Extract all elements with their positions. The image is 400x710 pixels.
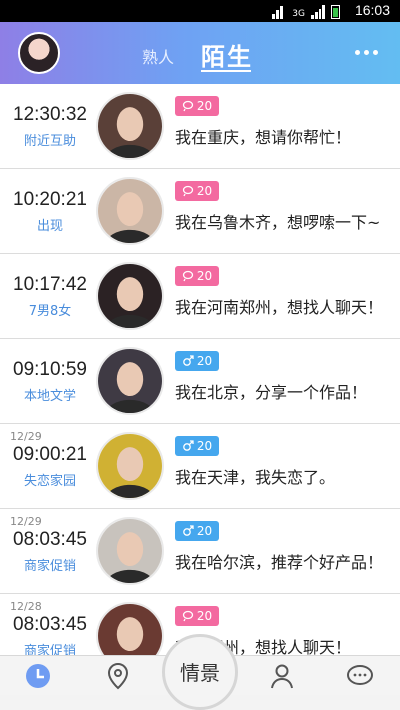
row-tag[interactable]: 7男8女 [10,300,90,319]
user-avatar[interactable] [18,32,60,74]
list-item[interactable]: 12/29 09:00:21 失恋家园 20 我在天津，我失恋了。 [0,424,400,509]
status-icons: 3G [272,3,340,19]
female-icon [182,270,194,282]
gender-age-badge: 20 [175,521,219,541]
gender-age-badge: 20 [175,266,219,286]
gender-age-badge: 20 [175,96,219,116]
age-label: 20 [196,269,213,283]
age-label: 20 [196,439,213,453]
row-time: 08:03:45 [13,529,87,550]
top-header: 熟人 陌生 [0,22,400,84]
chat-nav-icon[interactable] [340,662,380,696]
female-icon [182,610,194,622]
tab-strangers[interactable]: 陌生 [201,37,253,72]
profile-photo[interactable] [96,262,164,330]
row-message: 我在北京，分享一个作品！ [175,383,368,402]
active-tab-indicator [201,70,251,72]
row-time: 08:03:45 [13,614,87,635]
battery-icon [331,5,340,19]
row-tag[interactable]: 附近互助 [10,130,90,149]
message-list: 12:30:32 附近互助 20 我在重庆，想请你帮忙！ 10:20:21 出现 20 我… [0,84,400,679]
row-tag[interactable]: 失恋家园 [10,470,90,489]
row-tag[interactable]: 商家促销 [10,555,90,574]
contacts-nav-icon[interactable] [262,662,302,696]
row-message: 我在重庆，想请你帮忙！ [175,128,352,147]
gender-age-badge: 20 [175,436,219,456]
status-time: 16:03 [354,2,390,18]
more-icon[interactable] [355,50,378,55]
scene-button-label: 情景 [180,661,220,685]
row-message: 我在哈尔滨，推荐个好产品！ [175,553,384,572]
gender-age-badge: 20 [175,606,219,626]
row-time: 09:10:59 [13,359,87,380]
list-item[interactable]: 12:30:32 附近互助 20 我在重庆，想请你帮忙！ [0,84,400,169]
scene-button[interactable]: 情景 [162,634,238,710]
row-time: 10:17:42 [13,274,87,295]
row-tag[interactable]: 本地文学 [10,385,90,404]
male-icon [182,525,194,537]
age-label: 20 [196,184,213,198]
profile-photo[interactable] [96,432,164,500]
clock-nav-icon[interactable] [18,662,58,696]
row-date: 12/29 [10,515,42,528]
male-icon [182,440,194,452]
profile-photo[interactable] [96,92,164,160]
row-date: 12/29 [10,430,42,443]
list-item[interactable]: 09:10:59 本地文学 20 我在北京，分享一个作品！ [0,339,400,424]
tab-acquaintance[interactable]: 熟人 [142,44,174,68]
location-nav-icon[interactable] [98,662,138,696]
network-type: 3G [292,9,305,19]
row-message: 我在天津，我失恋了。 [175,468,336,487]
male-icon [182,355,194,367]
age-label: 20 [196,609,213,623]
list-item[interactable]: 10:17:42 7男8女 20 我在河南郑州，想找人聊天！ [0,254,400,339]
row-time: 12:30:32 [13,104,87,125]
age-label: 20 [196,524,213,538]
profile-photo[interactable] [96,517,164,585]
row-tag[interactable]: 出现 [10,215,90,234]
profile-photo[interactable] [96,177,164,245]
row-time: 09:00:21 [13,444,87,465]
gender-age-badge: 20 [175,181,219,201]
age-label: 20 [196,354,213,368]
row-message: 我在乌鲁木齐，想啰嗦一下~ [175,213,381,232]
wifi-signal-icon [272,5,286,19]
age-label: 20 [196,99,213,113]
status-bar: 3G 16:03 [0,0,400,22]
row-message: 我在河南郑州，想找人聊天！ [175,298,384,317]
profile-photo[interactable] [96,347,164,415]
female-icon [182,185,194,197]
row-time: 10:20:21 [13,189,87,210]
female-icon [182,100,194,112]
row-date: 12/28 [10,600,42,613]
gender-age-badge: 20 [175,351,219,371]
cell-signal-icon [311,5,325,19]
list-item[interactable]: 12/29 08:03:45 商家促销 20 我在哈尔滨，推荐个好产品！ [0,509,400,594]
list-item[interactable]: 10:20:21 出现 20 我在乌鲁木齐，想啰嗦一下~ [0,169,400,254]
